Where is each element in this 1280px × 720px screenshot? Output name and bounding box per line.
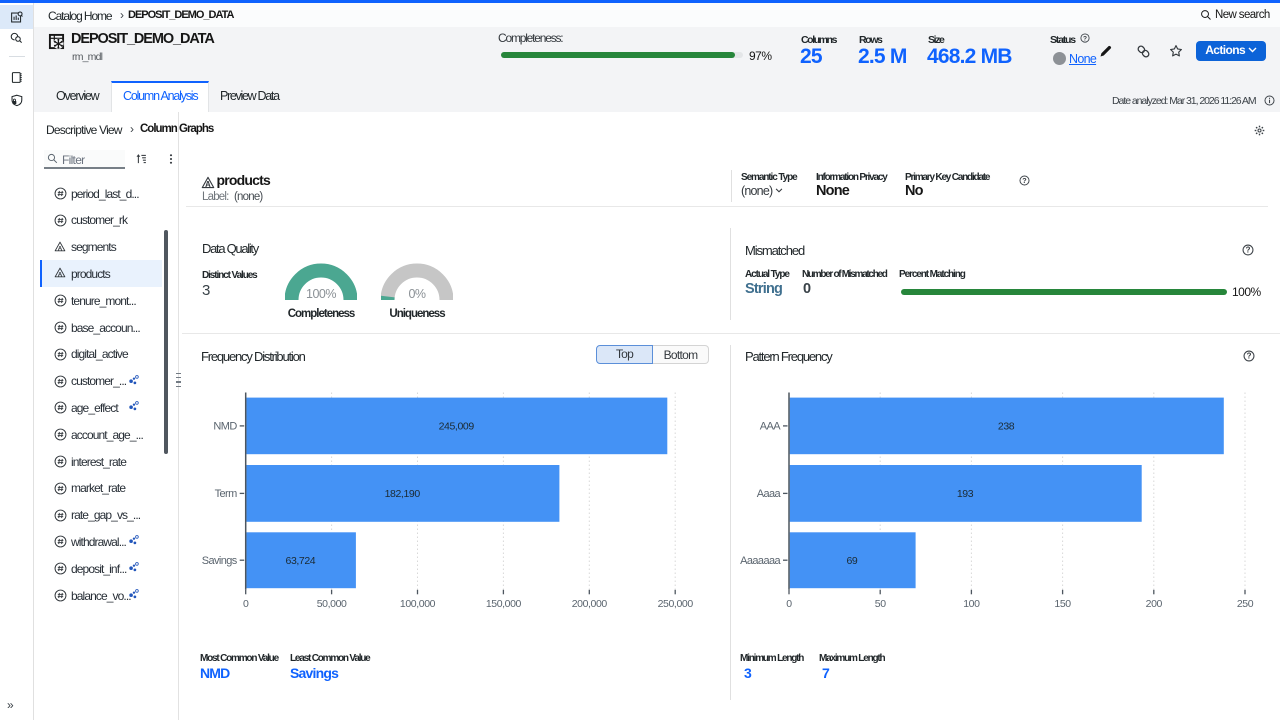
- svg-text:250: 250: [1237, 598, 1254, 610]
- svg-text:150,000: 150,000: [486, 598, 522, 610]
- svg-text:200: 200: [1146, 598, 1163, 610]
- svg-text:182,190: 182,190: [385, 488, 421, 500]
- svg-text:0: 0: [243, 598, 249, 610]
- svg-text:238: 238: [998, 420, 1015, 432]
- svg-text:50: 50: [875, 598, 886, 610]
- svg-text:200,000: 200,000: [572, 598, 608, 610]
- svg-text:50,000: 50,000: [317, 598, 347, 610]
- svg-text:A: A: [58, 245, 63, 252]
- svg-text:63,724: 63,724: [286, 555, 316, 567]
- svg-text:69: 69: [846, 555, 857, 567]
- svg-text:100%: 100%: [306, 287, 336, 301]
- svg-text:150: 150: [1054, 598, 1071, 610]
- svg-text:A: A: [205, 180, 211, 189]
- svg-text:?: ?: [1083, 35, 1087, 42]
- svg-text:A: A: [58, 272, 63, 279]
- svg-text:100: 100: [963, 598, 980, 610]
- svg-text:0%: 0%: [408, 287, 425, 301]
- svg-text:250,000: 250,000: [658, 598, 694, 610]
- svg-text:245,009: 245,009: [439, 420, 475, 432]
- svg-text:193: 193: [957, 488, 974, 500]
- svg-text:0: 0: [786, 598, 792, 610]
- svg-text:?: ?: [1246, 246, 1251, 255]
- svg-text:?: ?: [1022, 176, 1026, 185]
- svg-text:Savings: Savings: [202, 555, 238, 567]
- svg-text:Aaaaaaa: Aaaaaaa: [740, 555, 781, 567]
- svg-text:AAA: AAA: [760, 421, 781, 433]
- svg-text:?: ?: [1247, 352, 1252, 361]
- svg-text:Term: Term: [215, 488, 237, 500]
- svg-text:100,000: 100,000: [400, 598, 436, 610]
- svg-text:Aaaa: Aaaa: [757, 488, 782, 500]
- svg-text:NMD: NMD: [213, 421, 237, 433]
